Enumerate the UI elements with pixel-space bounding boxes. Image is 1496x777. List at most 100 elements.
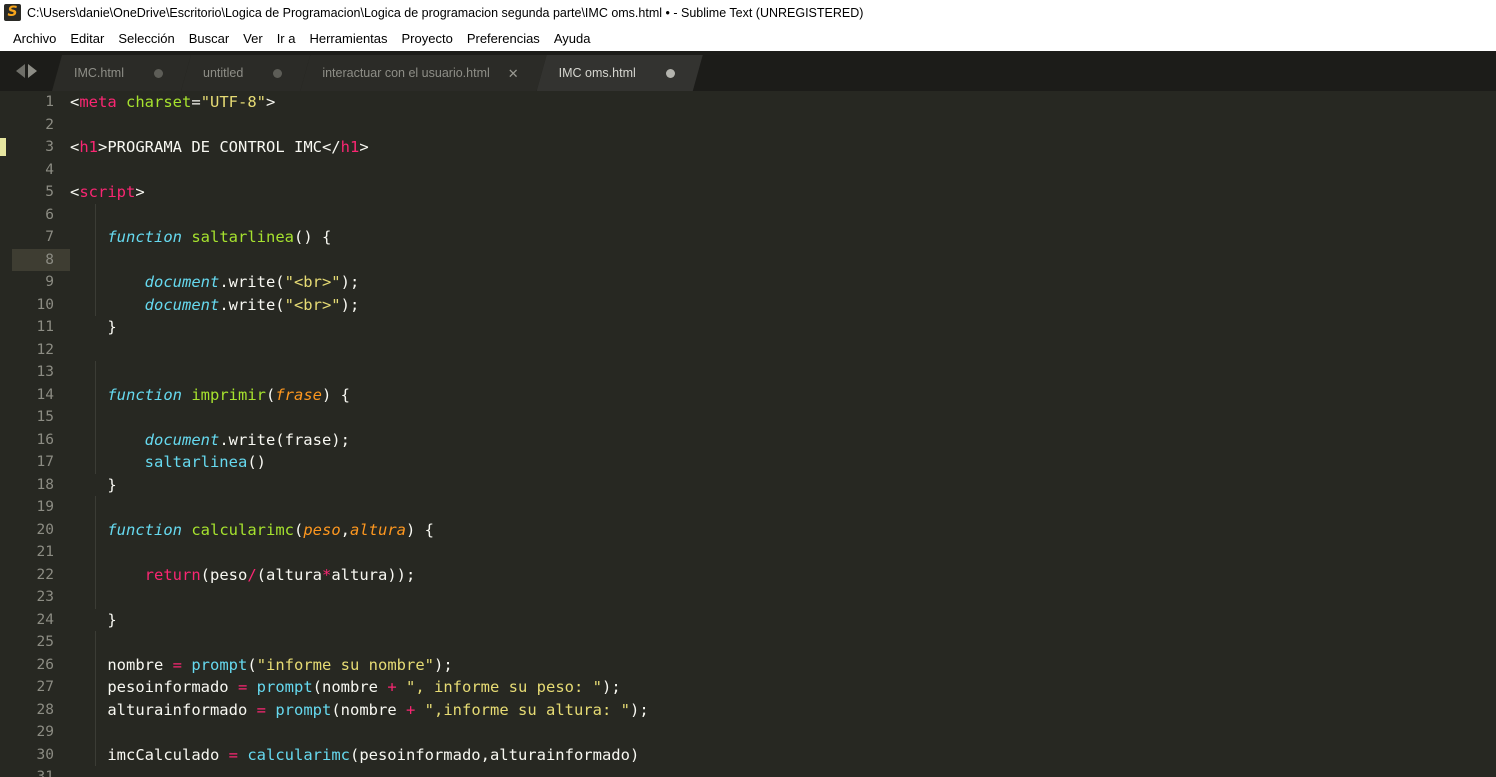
- code-line[interactable]: [70, 541, 1496, 564]
- logo-s-glyph: S: [7, 4, 18, 20]
- tab-label: untitled: [203, 66, 244, 80]
- code-token-plain: (): [247, 453, 266, 471]
- code-line[interactable]: [70, 249, 1496, 272]
- code-token-op: /: [247, 565, 257, 584]
- code-token-call: prompt: [275, 700, 332, 719]
- code-line[interactable]: saltarlinea(): [70, 451, 1496, 474]
- code-content[interactable]: <meta charset="UTF-8"> <h1>PROGRAMA DE C…: [58, 91, 1496, 777]
- code-line[interactable]: [70, 204, 1496, 227]
- code-line[interactable]: document.write("<br>");: [70, 271, 1496, 294]
- menu-item-editar[interactable]: Editar: [63, 29, 111, 48]
- tab-label: interactuar con el usuario.html: [322, 66, 490, 80]
- line-number: 15: [36, 409, 54, 425]
- code-line[interactable]: [70, 361, 1496, 384]
- code-token-plain: }: [70, 610, 117, 629]
- line-number: 1: [45, 94, 54, 110]
- tab-navigation: [0, 51, 52, 91]
- code-token-string: "UTF-8": [200, 93, 267, 111]
- code-line[interactable]: pesoinformado = prompt(nombre + ", infor…: [70, 676, 1496, 699]
- line-number: 8: [45, 251, 54, 268]
- code-line[interactable]: function imprimir(frase) {: [70, 384, 1496, 407]
- line-number: 11: [36, 319, 54, 335]
- code-line[interactable]: function calcularimc(peso,altura) {: [70, 519, 1496, 542]
- line-number: 13: [36, 364, 54, 380]
- code-line[interactable]: alturainformado = prompt(nombre + ",info…: [70, 699, 1496, 722]
- code-token-obj: document: [144, 430, 220, 449]
- menu-item-proyecto[interactable]: Proyecto: [395, 29, 460, 48]
- line-number: 19: [36, 499, 54, 515]
- code-line[interactable]: function saltarlinea() {: [70, 226, 1496, 249]
- code-token-plain: () {: [293, 228, 332, 246]
- line-number: 5: [45, 184, 54, 200]
- code-token-op: =: [228, 745, 238, 764]
- title-bar: S C:\Users\danie\OneDrive\Escritorio\Log…: [0, 0, 1496, 26]
- code-token-plain: .write(: [219, 295, 285, 314]
- menu-item-ver[interactable]: Ver: [236, 29, 270, 48]
- menu-item-herramientas[interactable]: Herramientas: [302, 29, 394, 48]
- code-token-plain: ,: [340, 520, 350, 539]
- code-token-ret: return: [144, 565, 201, 584]
- code-token-string: ", informe su peso: ": [406, 678, 602, 696]
- menu-item-archivo[interactable]: Archivo: [6, 29, 63, 48]
- tab-interactuar-con-el-usuario-html[interactable]: interactuar con el usuario.html ✕: [300, 55, 546, 91]
- code-line[interactable]: <meta charset="UTF-8">: [70, 91, 1496, 114]
- line-number: 30: [36, 746, 54, 763]
- code-line[interactable]: }: [70, 316, 1496, 339]
- code-line[interactable]: [70, 766, 1496, 777]
- code-line[interactable]: [70, 406, 1496, 429]
- tab-unsaved-indicator-icon[interactable]: [154, 69, 163, 78]
- code-token-plain: .write(frase);: [219, 430, 350, 449]
- menu-item-ayuda[interactable]: Ayuda: [547, 29, 598, 48]
- editor-pane[interactable]: 1 2 3 4 5 6 7 8 9 10 11 12 13 14 15 16 17 18 19 20 21 22 23 24 2…: [0, 91, 1496, 777]
- code-line[interactable]: [70, 721, 1496, 744]
- tab-unsaved-indicator-icon[interactable]: [273, 69, 282, 78]
- tab-imc-oms-html[interactable]: IMC oms.html: [537, 55, 703, 91]
- code-line[interactable]: imcCalculado = calcularimc(pesoinformado…: [70, 744, 1496, 767]
- menu-item-seleccion[interactable]: Selección: [111, 29, 181, 48]
- code-line[interactable]: [70, 339, 1496, 362]
- code-line[interactable]: document.write("<br>");: [70, 294, 1496, 317]
- code-token-plain: .write(: [219, 273, 285, 291]
- code-token-call: prompt: [256, 678, 313, 696]
- line-number: 7: [45, 229, 54, 245]
- code-line[interactable]: document.write(frase);: [70, 429, 1496, 452]
- tab-strip: IMC.html untitled interactuar con el usuar…: [52, 51, 1496, 91]
- code-token-plain: (altura: [256, 565, 322, 584]
- menu-item-buscar[interactable]: Buscar: [182, 29, 236, 48]
- code-line[interactable]: return(peso/(altura*altura));: [70, 564, 1496, 587]
- code-token-attr: charset: [126, 93, 192, 111]
- line-number: 9: [45, 274, 54, 290]
- code-line[interactable]: [70, 496, 1496, 519]
- code-token-plain: nombre: [70, 655, 173, 674]
- code-line[interactable]: }: [70, 474, 1496, 497]
- code-token-op: +: [405, 700, 416, 719]
- code-line[interactable]: nombre = prompt("informe su nombre");: [70, 654, 1496, 677]
- code-token-plain: pesoinformado: [70, 678, 238, 696]
- line-number: 18: [36, 476, 54, 493]
- code-line[interactable]: }: [70, 609, 1496, 632]
- next-tab-icon[interactable]: [27, 64, 37, 78]
- code-line[interactable]: <h1>PROGRAMA DE CONTROL IMC</h1>: [70, 136, 1496, 159]
- previous-tab-icon[interactable]: [15, 64, 25, 78]
- code-token-plain: ) {: [406, 520, 434, 539]
- tab-untitled[interactable]: untitled: [181, 55, 310, 91]
- code-token-plain: (nombre: [312, 678, 388, 696]
- code-line[interactable]: [70, 114, 1496, 137]
- code-line[interactable]: <script>: [70, 181, 1496, 204]
- tab-close-icon[interactable]: ✕: [508, 67, 519, 80]
- menu-item-preferencias[interactable]: Preferencias: [460, 29, 547, 48]
- code-line[interactable]: [70, 159, 1496, 182]
- code-token-plain: (: [247, 655, 257, 674]
- code-line[interactable]: [70, 631, 1496, 654]
- tab-unsaved-indicator-icon[interactable]: [666, 69, 675, 78]
- code-line[interactable]: [70, 586, 1496, 609]
- tab-imc-html[interactable]: IMC.html: [52, 55, 191, 91]
- menu-item-ir-a[interactable]: Ir a: [270, 29, 303, 48]
